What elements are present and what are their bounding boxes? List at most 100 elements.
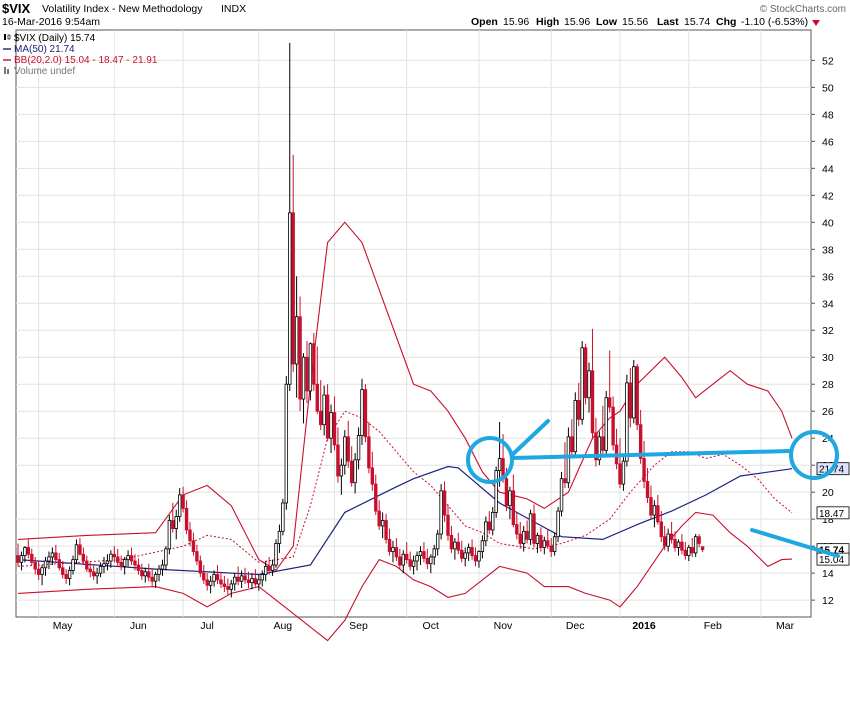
candle-body bbox=[411, 560, 416, 567]
candle-body bbox=[329, 412, 333, 439]
plot-frame bbox=[15, 29, 812, 618]
candle-body bbox=[535, 534, 540, 544]
candle-body bbox=[487, 521, 491, 531]
candle-body bbox=[470, 547, 474, 557]
candle-body bbox=[36, 568, 41, 575]
candle-body bbox=[401, 553, 405, 566]
y-tick-label: 50 bbox=[822, 82, 834, 94]
candle-body bbox=[281, 502, 285, 532]
candle-body bbox=[556, 510, 560, 538]
last-label: Last bbox=[657, 16, 679, 28]
chg-value: -1.10 (-6.53%) bbox=[741, 16, 808, 28]
candle-body bbox=[515, 524, 519, 535]
candle-body bbox=[81, 553, 86, 562]
exchange: INDX bbox=[221, 3, 246, 15]
candle-body bbox=[587, 370, 591, 399]
candle-body bbox=[632, 366, 636, 419]
legend-entry: BB(20,2.0) 15.04 - 18.47 - 21.91 bbox=[14, 55, 158, 66]
candle-body bbox=[78, 544, 82, 555]
candle-body bbox=[570, 436, 574, 453]
y-tick-label: 30 bbox=[822, 352, 834, 364]
candle-body bbox=[140, 570, 144, 577]
candle-body bbox=[143, 571, 147, 577]
candle-body bbox=[284, 383, 289, 504]
candle-body bbox=[205, 579, 209, 586]
candle-body bbox=[356, 435, 361, 461]
down-arrow-icon bbox=[812, 20, 820, 26]
candle-body bbox=[233, 576, 237, 585]
quote-bar: Open 15.96 High 15.96 Low 15.56 Last 15.… bbox=[471, 16, 820, 28]
y-tick-label: 44 bbox=[822, 163, 834, 175]
y-tick-label: 32 bbox=[822, 325, 834, 337]
candle-body bbox=[377, 510, 381, 527]
candle-body bbox=[673, 539, 677, 548]
y-tick-label: 20 bbox=[822, 487, 834, 499]
y-tick-label: 40 bbox=[822, 217, 834, 229]
candle-body bbox=[215, 574, 220, 581]
candle-body bbox=[136, 564, 141, 571]
candle-body bbox=[19, 555, 24, 563]
symbol: $VIX bbox=[2, 1, 31, 16]
candle-body bbox=[112, 553, 117, 558]
candle-body bbox=[61, 567, 65, 575]
candle-body bbox=[480, 540, 485, 552]
candle-body bbox=[164, 548, 168, 566]
candle-body bbox=[690, 547, 694, 554]
candle-body bbox=[88, 568, 92, 573]
bars-icon bbox=[4, 67, 6, 74]
candle-body bbox=[425, 557, 430, 565]
candle-body bbox=[188, 529, 192, 542]
y-tick-label: 28 bbox=[822, 379, 834, 391]
candle-body bbox=[453, 541, 457, 550]
candle-body bbox=[198, 560, 203, 574]
candle-body bbox=[50, 552, 55, 558]
candle-body bbox=[122, 559, 127, 567]
candle-body bbox=[601, 436, 605, 451]
y-tick-label: 48 bbox=[822, 109, 834, 121]
candle-body bbox=[370, 467, 375, 485]
candle-body bbox=[291, 212, 295, 365]
candle-body bbox=[508, 490, 512, 507]
candle-body bbox=[239, 575, 244, 582]
y-tick-label: 12 bbox=[822, 595, 834, 607]
x-tick-label: May bbox=[53, 620, 74, 632]
candle-body bbox=[346, 436, 350, 462]
candle-body bbox=[418, 551, 423, 557]
candle-body bbox=[257, 579, 261, 585]
legend-entry: $VIX (Daily) 15.74 bbox=[14, 33, 96, 44]
candle-body bbox=[191, 540, 196, 552]
candle-body bbox=[308, 343, 313, 392]
candle-body bbox=[332, 412, 337, 446]
candle-body bbox=[219, 579, 223, 585]
candle-body bbox=[546, 540, 550, 547]
candle-body bbox=[184, 507, 189, 531]
candle-body bbox=[374, 483, 378, 512]
candle-body bbox=[67, 570, 72, 579]
candle-body bbox=[408, 559, 412, 567]
candle-body bbox=[98, 565, 103, 574]
candle-body bbox=[47, 556, 51, 562]
open-label: Open bbox=[471, 16, 498, 28]
candle-body bbox=[590, 370, 595, 434]
candle-body bbox=[16, 555, 20, 563]
brand: © StockCharts.com bbox=[760, 4, 846, 15]
low-value: 15.56 bbox=[622, 16, 648, 28]
candle-body bbox=[294, 316, 299, 365]
candle-body bbox=[693, 536, 698, 554]
candle-body bbox=[246, 579, 251, 583]
candle-body bbox=[566, 436, 571, 484]
candle-body bbox=[150, 576, 154, 582]
candle-body bbox=[226, 586, 230, 590]
candle-body bbox=[563, 478, 567, 484]
candle-body bbox=[645, 480, 650, 498]
candle-body bbox=[160, 564, 165, 570]
candle-body bbox=[680, 541, 684, 551]
candle-body bbox=[611, 406, 615, 446]
candle-body bbox=[336, 444, 340, 477]
candle-body bbox=[697, 536, 701, 544]
candle-body bbox=[398, 556, 402, 566]
candle-body bbox=[405, 553, 409, 561]
candle-body bbox=[253, 578, 258, 585]
candle-body bbox=[549, 545, 553, 552]
candle-body bbox=[528, 513, 533, 540]
